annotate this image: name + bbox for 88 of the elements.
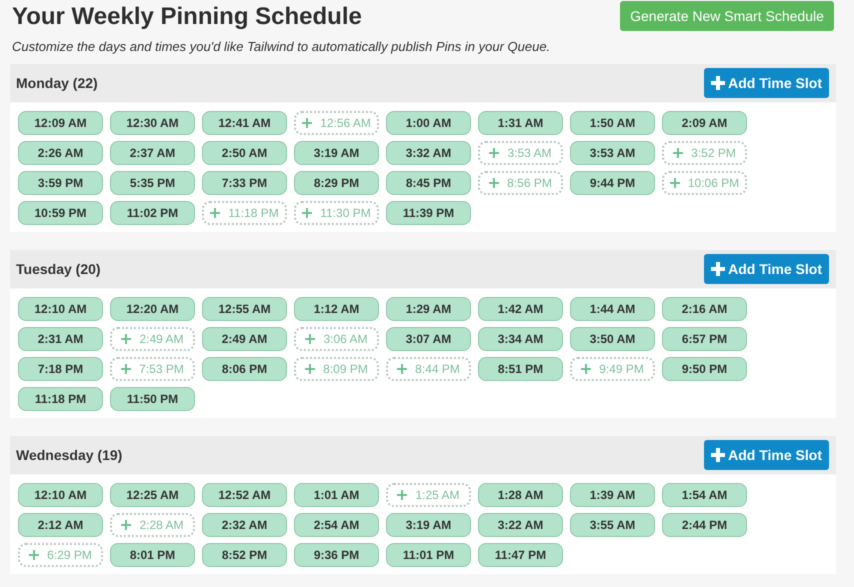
time-slot[interactable]: 7:33 PM [202, 171, 287, 195]
time-slot[interactable]: 2:26 AM [18, 141, 103, 165]
day-label: Wednesday (19) [16, 447, 122, 463]
time-slot[interactable]: 3:32 AM [386, 141, 471, 165]
time-slot[interactable]: 8:51 PM [478, 357, 563, 381]
day-label: Monday (22) [16, 75, 98, 91]
time-slot[interactable]: 2:54 AM [294, 513, 379, 537]
time-slot[interactable]: 1:12 AM [294, 297, 379, 321]
plus-icon [397, 490, 408, 500]
time-slot[interactable]: 2:37 AM [110, 141, 195, 165]
plus-icon [121, 520, 132, 530]
time-slot[interactable]: 2:09 AM [662, 111, 747, 135]
add-time-slot-button[interactable]: Add Time Slot [704, 68, 829, 98]
time-slot[interactable]: 2:44 PM [662, 513, 747, 537]
time-slot[interactable]: 3:53 AM [570, 141, 655, 165]
plus-icon [302, 208, 312, 218]
time-slot[interactable]: 2:49 AM [202, 327, 287, 351]
time-slot[interactable]: 12:09 AM [18, 111, 103, 135]
time-slot[interactable]: 3:55 AM [570, 513, 655, 537]
time-slot[interactable]: 1:42 AM [478, 297, 563, 321]
time-slot[interactable]: 3:34 AM [478, 327, 563, 351]
time-slot[interactable]: 12:41 AM [202, 111, 287, 135]
plus-icon [121, 334, 132, 344]
time-slot[interactable]: 12:55 AM [202, 297, 287, 321]
add-time-slot-button[interactable]: Add Time Slot [704, 440, 829, 470]
time-slot[interactable]: 3:50 AM [570, 327, 655, 351]
plus-icon [302, 118, 312, 128]
plus-icon [210, 208, 220, 218]
time-slot[interactable]: 11:18 PM [18, 387, 103, 411]
time-slot[interactable]: 9:50 PM [662, 357, 747, 381]
time-slot[interactable]: 1:31 AM [478, 111, 563, 135]
time-slot[interactable]: 2:50 AM [202, 141, 287, 165]
time-slot[interactable]: 1:44 AM [570, 297, 655, 321]
plus-icon [581, 364, 592, 374]
time-slot[interactable]: 7:18 PM [18, 357, 103, 381]
time-slot[interactable]: 9:44 PM [570, 171, 655, 195]
plus-icon [670, 178, 680, 188]
time-slot[interactable]: 1:39 AM [570, 483, 655, 507]
time-slot[interactable]: 1:54 AM [662, 483, 747, 507]
time-slot[interactable]: 1:01 AM [294, 483, 379, 507]
plus-icon [29, 550, 40, 560]
time-slot[interactable]: 11:50 PM [110, 387, 195, 411]
plus-icon [673, 148, 684, 158]
time-slot[interactable]: 8:52 PM [202, 543, 287, 567]
time-slot[interactable]: 8:06 PM [202, 357, 287, 381]
time-slot[interactable]: 12:20 AM [110, 297, 195, 321]
plus-icon [305, 364, 316, 374]
time-slot[interactable]: 12:10 AM [18, 297, 103, 321]
time-slot[interactable]: 1:00 AM [386, 111, 471, 135]
time-slot[interactable]: 12:25 AM [110, 483, 195, 507]
time-slot[interactable]: 2:32 AM [202, 513, 287, 537]
page-subtitle: Customize the days and times you'd like Tailwind to automatically publish Pins in your Queue. [12, 39, 552, 54]
page-title: Your Weekly Pinning Schedule [12, 3, 362, 31]
time-slot[interactable]: 12:52 AM [202, 483, 287, 507]
plus-icon [489, 178, 500, 188]
day-label: Tuesday (20) [16, 261, 101, 277]
plus-icon [711, 76, 726, 90]
time-slot[interactable]: 3:19 AM [386, 513, 471, 537]
time-slot[interactable]: 8:45 PM [386, 171, 471, 195]
time-slot[interactable]: 11:02 PM [110, 201, 195, 225]
time-slot[interactable]: 3:59 PM [18, 171, 103, 195]
time-slot[interactable]: 2:16 AM [662, 297, 747, 321]
add-time-slot-button[interactable]: Add Time Slot [704, 254, 829, 284]
plus-icon [305, 334, 316, 344]
time-slot[interactable]: 10:59 PM [18, 201, 103, 225]
time-slot[interactable]: 3:19 AM [294, 141, 379, 165]
time-slot[interactable]: 8:29 PM [294, 171, 379, 195]
time-slot[interactable]: 11:39 PM [386, 201, 471, 225]
plus-icon [711, 448, 726, 462]
time-slot[interactable]: 12:10 AM [18, 483, 103, 507]
plus-icon [121, 364, 132, 374]
time-slot[interactable]: 1:29 AM [386, 297, 471, 321]
plus-icon [397, 364, 408, 374]
time-slot[interactable]: 2:31 AM [18, 327, 103, 351]
time-slot[interactable]: 9:36 PM [294, 543, 379, 567]
time-slot[interactable]: 12:30 AM [110, 111, 195, 135]
time-slot[interactable]: 2:12 AM [18, 513, 103, 537]
plus-icon [711, 262, 726, 276]
time-slot[interactable]: 11:47 PM [478, 543, 563, 567]
plus-icon [489, 148, 500, 158]
time-slot[interactable]: 8:01 PM [110, 543, 195, 567]
time-slot[interactable]: 3:07 AM [386, 327, 471, 351]
time-slot[interactable]: 6:57 PM [662, 327, 747, 351]
time-slot[interactable]: 1:28 AM [478, 483, 563, 507]
time-slot[interactable]: 11:01 PM [386, 543, 471, 567]
time-slot[interactable]: 5:35 PM [110, 171, 195, 195]
time-slot[interactable]: 1:50 AM [570, 111, 655, 135]
time-slot[interactable]: 3:22 AM [478, 513, 563, 537]
